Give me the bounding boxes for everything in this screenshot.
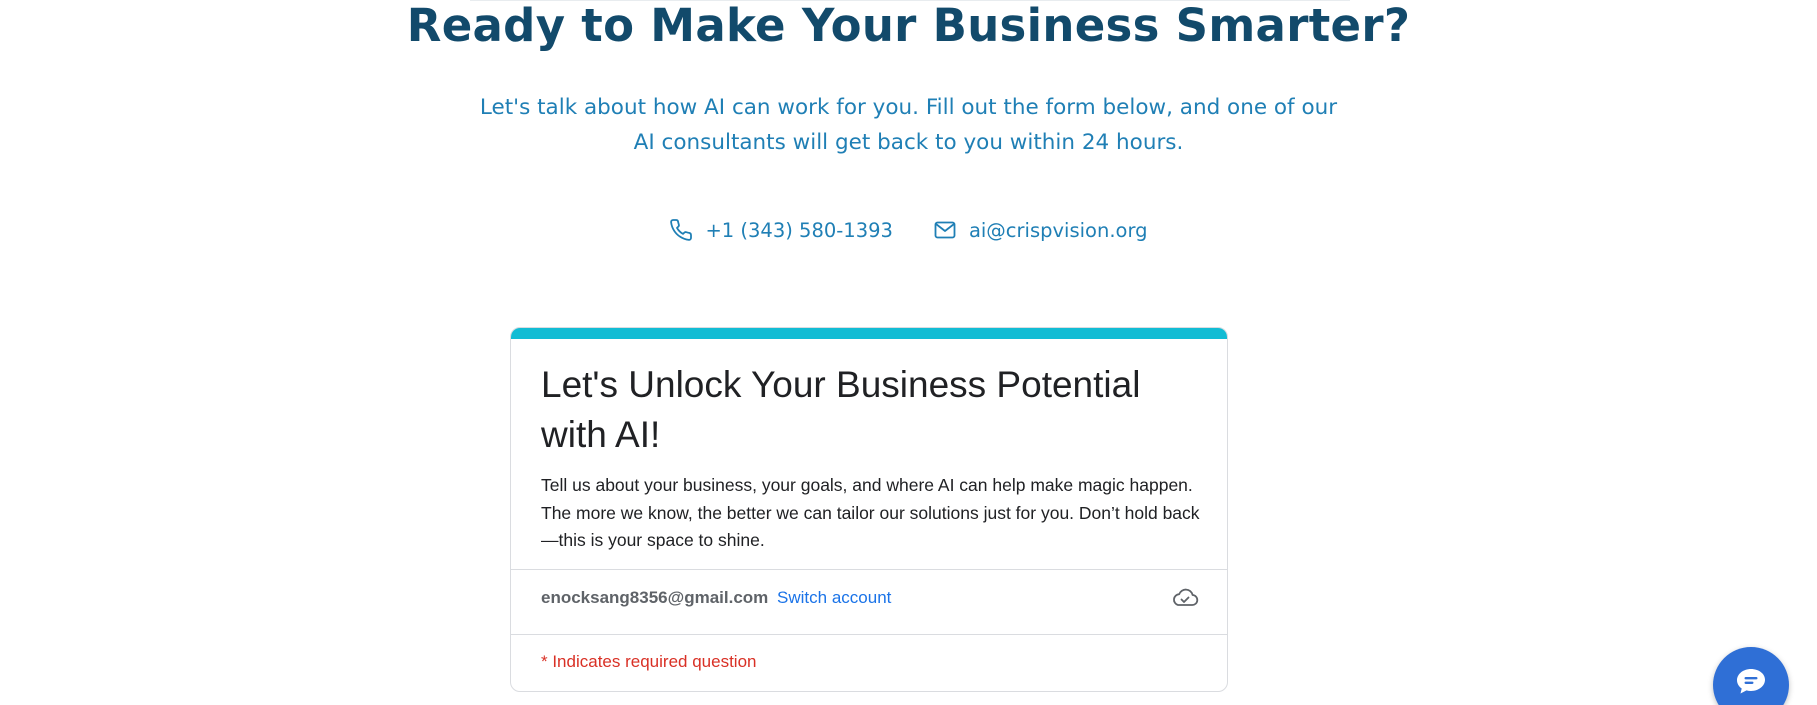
form-description: Tell us about your business, your goals,… (541, 475, 1200, 550)
phone-number: +1 (343) 580-1393 (705, 218, 893, 242)
page-subtitle: Let's talk about how AI can work for you… (479, 95, 1338, 155)
account-info: enocksang8356@gmail.com Switch account (541, 586, 891, 610)
form-title: Let's Unlock Your Business Potential wit… (541, 364, 1141, 455)
cloud-check-icon (1171, 586, 1199, 615)
contact-row: +1 (343) 580-1393 ai@crispvision.org (0, 218, 1817, 242)
required-note: * Indicates required question (541, 652, 757, 671)
embedded-form: Let's Unlock Your Business Potential wit… (510, 327, 1228, 692)
switch-account-link[interactable]: Switch account (777, 588, 891, 607)
page: Ready to Make Your Business Smarter? Let… (0, 0, 1817, 705)
email-address: ai@crispvision.org (968, 218, 1148, 242)
account-email: enocksang8356@gmail.com (541, 588, 769, 607)
form-divider (511, 634, 1227, 635)
form-divider (511, 569, 1227, 570)
chat-bubble-icon (1737, 669, 1765, 694)
page-headline: Ready to Make Your Business Smarter? (406, 0, 1411, 52)
phone-icon (669, 218, 693, 242)
mail-icon (933, 218, 957, 242)
email-link[interactable]: ai@crispvision.org (933, 218, 1148, 242)
phone-link[interactable]: +1 (343) 580-1393 (669, 218, 893, 242)
chat-button[interactable] (1713, 647, 1789, 705)
form-accent-bar (511, 328, 1227, 339)
